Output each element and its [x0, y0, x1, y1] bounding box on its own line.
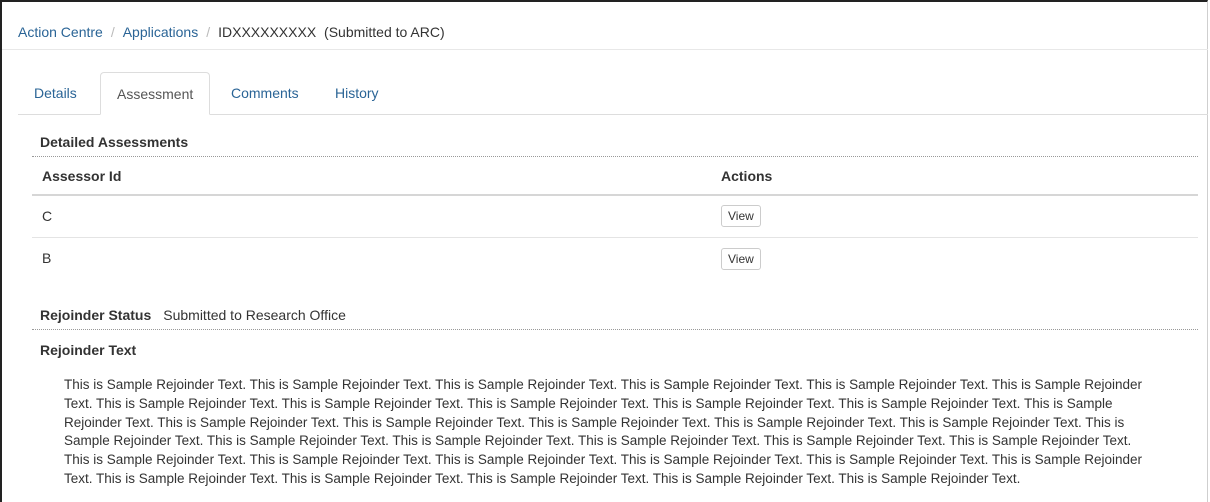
- rejoinder-text-body: This is Sample Rejoinder Text. This is S…: [64, 377, 1142, 486]
- table-row-divider: [32, 237, 1198, 238]
- rejoinder-status-row: Rejoinder Status Submitted to Research Of…: [40, 307, 346, 323]
- view-assessment-button[interactable]: View: [721, 248, 761, 270]
- rejoinder-status-label: Rejoinder Status: [40, 307, 152, 323]
- view-assessment-button[interactable]: View: [721, 205, 761, 227]
- breadcrumb: Action Centre / Applications / IDXXXXXXXXX (…: [18, 22, 445, 42]
- tab-bar: Details Assessment Comments History: [18, 72, 1208, 115]
- rejoinder-status-value: Submitted to Research Office: [163, 307, 346, 323]
- table-header-divider: [32, 194, 1198, 196]
- breadcrumb-current-status: (Submitted to ARC): [324, 24, 445, 40]
- section-divider: [32, 156, 1198, 157]
- tab-comments[interactable]: Comments: [215, 72, 315, 114]
- tab-details[interactable]: Details: [18, 72, 93, 114]
- breadcrumb-link-applications[interactable]: Applications: [123, 24, 199, 40]
- tab-assessment[interactable]: Assessment: [100, 72, 211, 115]
- rejoinder-text-heading: Rejoinder Text: [40, 342, 137, 358]
- breadcrumb-link-action-centre[interactable]: Action Centre: [18, 24, 103, 40]
- column-header-assessor-id: Assessor Id: [42, 168, 122, 184]
- header-divider: [2, 49, 1208, 50]
- breadcrumb-separator: /: [110, 24, 115, 40]
- section-divider: [32, 329, 1198, 330]
- tab-history[interactable]: History: [319, 72, 395, 114]
- column-header-actions: Actions: [721, 168, 773, 184]
- detailed-assessments-heading: Detailed Assessments: [40, 134, 189, 150]
- page-frame: Action Centre / Applications / IDXXXXXXXXX (…: [0, 0, 1208, 502]
- breadcrumb-current-id: IDXXXXXXXXX: [218, 24, 317, 40]
- assessor-id-cell: C: [42, 208, 53, 224]
- assessor-id-cell: B: [42, 250, 52, 266]
- breadcrumb-separator: /: [206, 24, 211, 40]
